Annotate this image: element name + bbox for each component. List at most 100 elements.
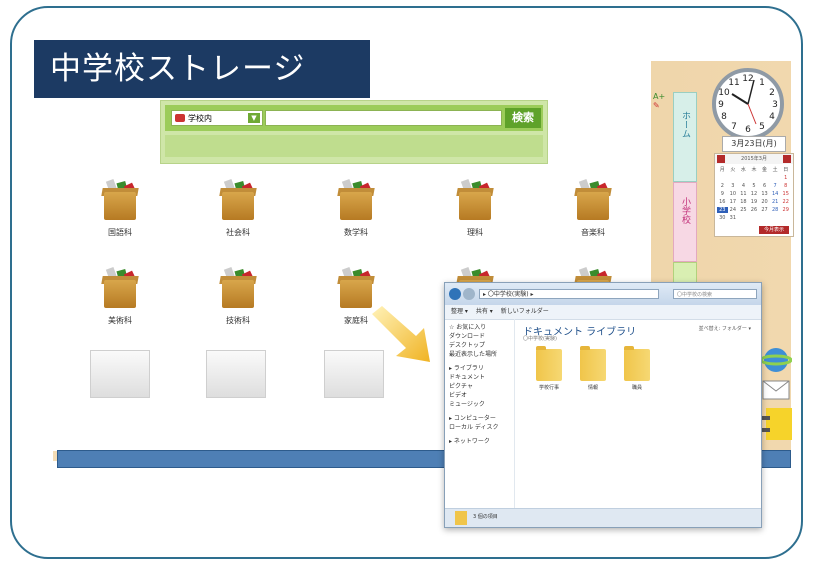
toolbar-new-folder[interactable]: 新しいフォルダー <box>501 308 549 315</box>
subject-item[interactable]: 音楽科 <box>558 178 628 238</box>
nav-item[interactable]: ▸ コンピューター <box>449 414 510 423</box>
calendar-weekday: 日 <box>783 167 789 173</box>
mail-icon[interactable] <box>762 380 790 400</box>
calendar-today-button[interactable]: 今月表示 <box>759 226 789 234</box>
calendar-weekday: 土 <box>772 167 778 173</box>
calendar-day[interactable]: 1 <box>780 175 791 181</box>
calendar-day[interactable]: 24 <box>728 207 739 213</box>
nav-item[interactable]: ▸ ネットワーク <box>449 437 510 446</box>
subject-item[interactable]: 理科 <box>440 178 510 238</box>
nav-item[interactable]: ビデオ <box>449 391 510 400</box>
calendar-day[interactable]: 20 <box>759 199 770 205</box>
scope-select[interactable]: 学校内 ▼ <box>171 110 263 126</box>
calendar-day[interactable]: 26 <box>749 207 760 213</box>
nav-item[interactable]: デスクトップ <box>449 341 510 350</box>
calendar-day[interactable]: 2 <box>717 183 728 189</box>
calendar-day[interactable]: 17 <box>728 199 739 205</box>
calendar-day[interactable]: 7 <box>770 183 781 189</box>
subject-label: 美術科 <box>108 316 132 325</box>
nav-item[interactable]: ダウンロード <box>449 332 510 341</box>
library-subtitle: 〇中学校(実験) <box>523 336 557 342</box>
nav-item[interactable]: ドキュメント <box>449 373 510 382</box>
file-box-icon <box>98 178 142 222</box>
calendar-day <box>728 175 739 181</box>
folder-icon <box>580 346 606 381</box>
calendar-day[interactable]: 12 <box>749 191 760 197</box>
forward-icon[interactable] <box>463 288 475 300</box>
calendar-next-icon[interactable] <box>783 155 791 163</box>
file-explorer-window: ▸ 〇中学校(実験) ▸ 〇中学校の検索 整理 ▾ 共有 ▾ 新しいフォルダー … <box>444 282 762 528</box>
file-box-icon <box>216 178 260 222</box>
calendar-day[interactable]: 31 <box>728 215 739 221</box>
folder-item[interactable]: 情報 <box>573 346 613 391</box>
calendar-day[interactable]: 25 <box>738 207 749 213</box>
subject-item[interactable]: 国語科 <box>85 178 155 238</box>
empty-tile[interactable] <box>206 350 266 398</box>
sticky-note-icon[interactable] <box>762 406 792 442</box>
toolbar-organize[interactable]: 整理 ▾ <box>451 308 468 315</box>
empty-tile[interactable] <box>90 350 150 398</box>
subject-item[interactable]: 社会科 <box>203 178 273 238</box>
subject-label: 音楽科 <box>581 228 605 237</box>
chevron-down-icon[interactable]: ▼ <box>248 113 260 123</box>
back-icon[interactable] <box>449 288 461 300</box>
subject-item[interactable]: 数学科 <box>321 178 391 238</box>
folder-item[interactable]: 職員 <box>617 346 657 391</box>
calendar-day[interactable]: 4 <box>738 183 749 189</box>
calendar-day[interactable]: 28 <box>770 207 781 213</box>
page-title: 中学校ストレージ <box>34 40 370 98</box>
calendar-day[interactable]: 18 <box>738 199 749 205</box>
arrow-icon <box>372 306 430 362</box>
nav-item[interactable]: ピクチャ <box>449 382 510 391</box>
calendar-day[interactable]: 19 <box>749 199 760 205</box>
nav-item[interactable]: ☆ お気に入り <box>449 323 510 332</box>
explorer-status-bar: 3 個の項目 <box>445 508 761 527</box>
calendar-day[interactable]: 5 <box>749 183 760 189</box>
calendar-day[interactable]: 13 <box>759 191 770 197</box>
calendar-day[interactable]: 29 <box>780 207 791 213</box>
subject-item[interactable]: 技術科 <box>203 266 273 326</box>
search-row: 学校内 ▼ 検索 <box>165 105 543 131</box>
nav-item[interactable]: ミュージック <box>449 400 510 409</box>
calendar-day[interactable]: 11 <box>738 191 749 197</box>
address-bar[interactable]: ▸ 〇中学校(実験) ▸ <box>479 289 659 299</box>
calendar-day[interactable]: 23 <box>717 207 728 213</box>
folder-icon <box>536 346 562 381</box>
nav-item[interactable]: ▸ ライブラリ <box>449 364 510 373</box>
search-input[interactable] <box>265 110 502 126</box>
calendar-day[interactable]: 21 <box>770 199 781 205</box>
search-button[interactable]: 検索 <box>505 108 541 128</box>
explorer-titlebar: ▸ 〇中学校(実験) ▸ 〇中学校の検索 <box>445 283 761 305</box>
calendar-day[interactable]: 27 <box>759 207 770 213</box>
tab-elementary-label: 小学校 <box>680 197 690 224</box>
tab-home[interactable]: ホーム <box>673 92 697 182</box>
arrange-dropdown[interactable]: 並べ替え: フォルダー ▾ <box>699 325 751 332</box>
subject-item[interactable]: 美術科 <box>85 266 155 326</box>
file-box-icon <box>216 266 260 310</box>
calendar-day[interactable]: 15 <box>780 191 791 197</box>
calendar-day[interactable]: 9 <box>717 191 728 197</box>
clock-hands <box>731 79 757 125</box>
file-box-icon <box>334 178 378 222</box>
calendar-day[interactable]: 8 <box>780 183 791 189</box>
calendar-day[interactable]: 10 <box>728 191 739 197</box>
tab-elementary[interactable]: 小学校 <box>673 182 697 262</box>
calendar-weekday: 水 <box>740 167 746 173</box>
calendar-prev-icon[interactable] <box>717 155 725 163</box>
toolbar-share[interactable]: 共有 ▾ <box>476 308 493 315</box>
folder-item[interactable]: 学校行事 <box>529 346 569 391</box>
calendar-day[interactable]: 14 <box>770 191 781 197</box>
explorer-search-input[interactable]: 〇中学校の検索 <box>673 289 757 299</box>
internet-icon[interactable] <box>759 346 793 374</box>
calendar-day[interactable]: 3 <box>728 183 739 189</box>
file-box-icon <box>453 178 497 222</box>
folder-label: 情報 <box>587 385 598 391</box>
calendar-day[interactable]: 22 <box>780 199 791 205</box>
calendar-day[interactable]: 6 <box>759 183 770 189</box>
explorer-content: ドキュメント ライブラリ 〇中学校(実験) 並べ替え: フォルダー ▾ 学校行事… <box>517 319 761 509</box>
nav-item[interactable]: 最近表示した場所 <box>449 350 510 359</box>
folder-label: 職員 <box>631 385 642 391</box>
calendar-day[interactable]: 16 <box>717 199 728 205</box>
calendar-day[interactable]: 30 <box>717 215 728 221</box>
nav-item[interactable]: ローカル ディスク <box>449 423 510 432</box>
